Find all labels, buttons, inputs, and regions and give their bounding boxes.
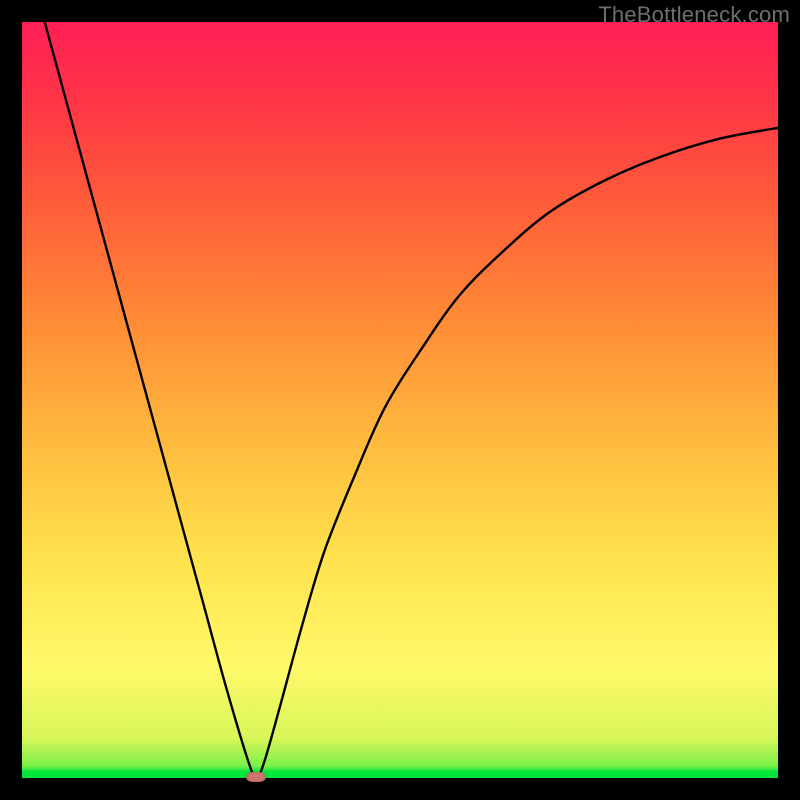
bottleneck-curve: [22, 22, 778, 778]
optimal-point-marker: [246, 772, 266, 782]
chart-frame: TheBottleneck.com: [0, 0, 800, 800]
plot-area: [22, 22, 778, 778]
